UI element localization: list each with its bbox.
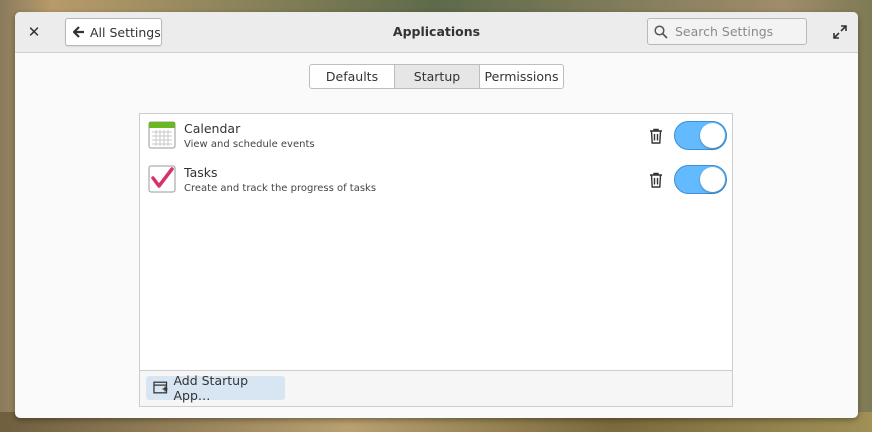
close-button[interactable]: ✕ (25, 22, 43, 42)
list-item: Tasks Create and track the progress of t… (140, 158, 732, 202)
app-name: Calendar (184, 121, 241, 136)
search-icon (654, 24, 668, 39)
toggle-knob (700, 123, 725, 148)
trash-icon[interactable] (649, 128, 663, 144)
search-input[interactable] (675, 24, 795, 39)
tab-permissions[interactable]: Permissions (480, 65, 563, 88)
list-item: Calendar View and schedule events (140, 114, 732, 158)
app-description: Create and track the progress of tasks (184, 183, 377, 194)
settings-window: ✕ All Settings Applications Defaults Sta… (15, 12, 858, 418)
tab-defaults[interactable]: Defaults (310, 65, 395, 88)
search-field[interactable] (647, 18, 807, 45)
trash-icon[interactable] (649, 172, 663, 188)
arrow-left-icon (73, 26, 84, 38)
app-description: View and schedule events (184, 139, 315, 150)
tasks-checkmark-icon (148, 165, 176, 193)
add-window-icon (153, 381, 168, 394)
add-startup-app-label: Add Startup App… (173, 373, 249, 403)
maximize-icon[interactable] (832, 24, 848, 40)
list-action-bar: Add Startup App… (140, 370, 732, 406)
all-settings-button[interactable]: All Settings (65, 18, 162, 46)
app-name: Tasks (184, 165, 218, 180)
startup-app-list: Calendar View and schedule events Tasks … (139, 113, 733, 407)
calendar-icon (148, 121, 176, 149)
titlebar: ✕ All Settings Applications (15, 12, 858, 53)
startup-toggle[interactable] (674, 121, 727, 150)
close-icon: ✕ (27, 23, 41, 41)
tab-startup[interactable]: Startup (395, 65, 480, 88)
mode-tabs: Defaults Startup Permissions (309, 64, 564, 89)
add-startup-app-button[interactable]: Add Startup App… (146, 373, 285, 403)
startup-toggle[interactable] (674, 165, 727, 194)
toggle-knob (700, 167, 725, 192)
all-settings-label: All Settings (90, 24, 161, 40)
